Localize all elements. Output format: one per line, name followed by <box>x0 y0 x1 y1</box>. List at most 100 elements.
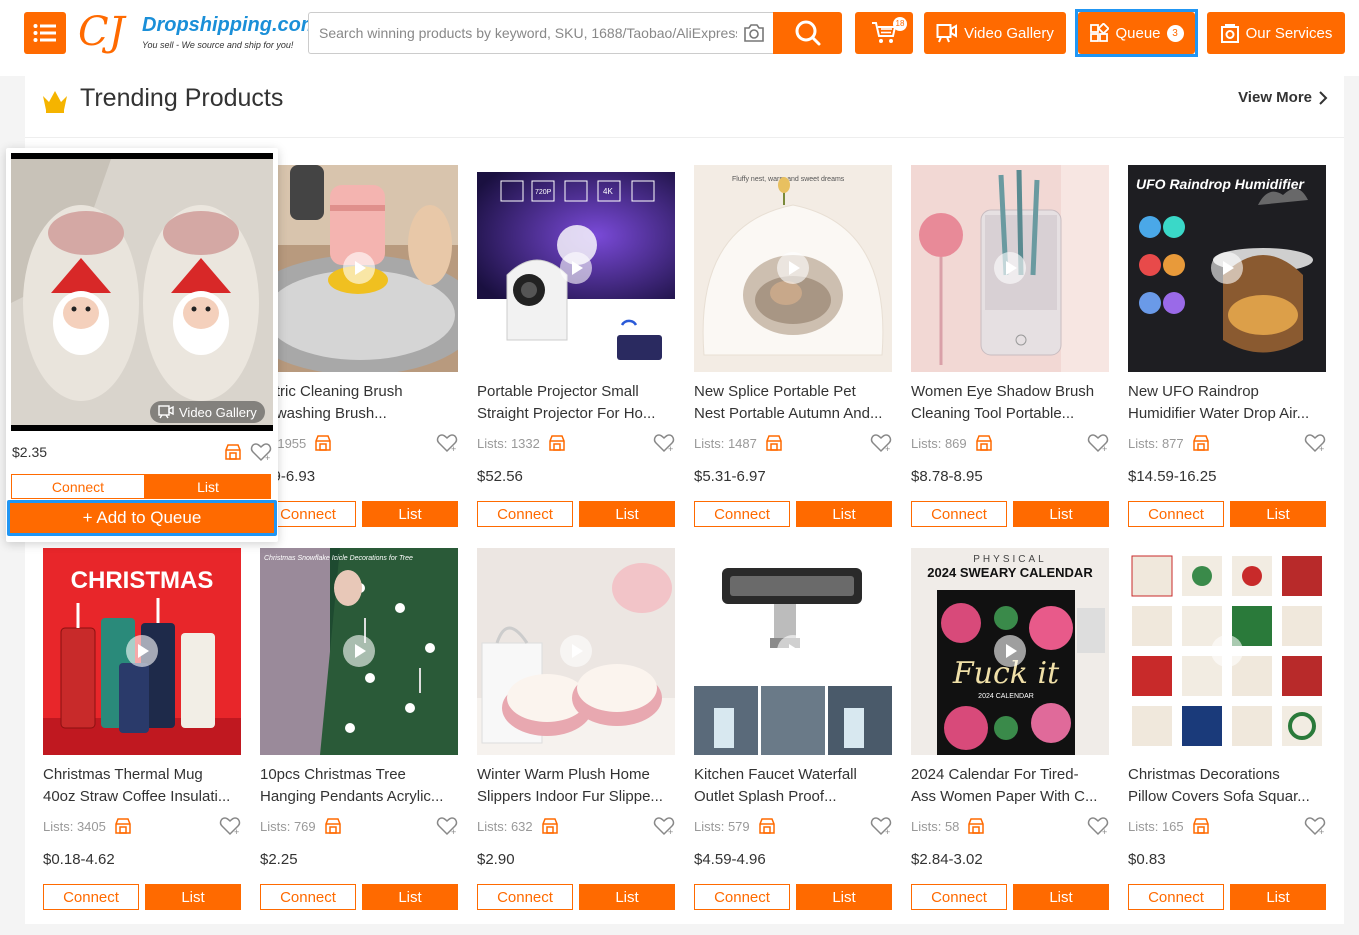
connect-button[interactable]: Connect <box>477 884 573 910</box>
heart-icon[interactable]: + <box>1087 816 1109 836</box>
product-card[interactable]: Kitchen Faucet Waterfall Outlet Splash P… <box>694 548 892 910</box>
product-card[interactable]: PHYSICAL 2024 SWEARY CALENDAR Fuck it 20… <box>911 548 1109 910</box>
store-icon[interactable] <box>114 817 132 835</box>
product-image[interactable]: Fluffy nest, warm and sweet dreams <box>694 165 892 372</box>
list-button[interactable]: List <box>1230 501 1326 527</box>
product-image[interactable]: CHRISTMAS <box>43 548 241 755</box>
product-title[interactable]: 2024 Calendar For Tired- Ass Women Paper… <box>911 764 1109 808</box>
heart-icon[interactable]: + <box>870 433 892 453</box>
connect-button[interactable]: Connect <box>694 501 790 527</box>
product-card[interactable]: Christmas Decorations Pillow Covers Sofa… <box>1128 548 1326 910</box>
product-title[interactable]: Portable Projector Small Straight Projec… <box>477 381 675 425</box>
connect-button[interactable]: Connect <box>477 501 573 527</box>
heart-icon[interactable]: + <box>653 816 675 836</box>
store-icon[interactable] <box>975 434 993 452</box>
product-image[interactable]: Christmas Snowflake Icicle Decorations f… <box>260 548 458 755</box>
product-card[interactable]: 720P 4K Portable Projector Small Straigh… <box>477 165 675 527</box>
product-title[interactable]: Christmas Thermal Mug 40oz Straw Coffee … <box>43 764 241 808</box>
heart-icon[interactable]: + <box>653 433 675 453</box>
heart-icon[interactable]: + <box>219 816 241 836</box>
list-button[interactable]: List <box>796 501 892 527</box>
list-button[interactable]: List <box>579 884 675 910</box>
heart-icon[interactable]: + <box>1304 433 1326 453</box>
play-icon[interactable] <box>342 251 376 285</box>
product-title[interactable]: Winter Warm Plush Home Slippers Indoor F… <box>477 764 675 808</box>
list-button[interactable]: List <box>362 501 458 527</box>
product-card[interactable]: Winter Warm Plush Home Slippers Indoor F… <box>477 548 675 910</box>
store-icon[interactable] <box>224 443 242 461</box>
store-icon[interactable] <box>324 817 342 835</box>
connect-button[interactable]: Connect <box>694 884 790 910</box>
view-more-link[interactable]: View More <box>1238 89 1328 106</box>
connect-button[interactable]: Connect <box>11 474 145 499</box>
heart-icon[interactable]: + <box>436 816 458 836</box>
product-title[interactable]: Kitchen Faucet Waterfall Outlet Splash P… <box>694 764 892 808</box>
heart-icon[interactable]: + <box>1087 433 1109 453</box>
product-image[interactable]: UFO Raindrop Humidifier <box>1128 165 1326 372</box>
list-button[interactable]: List <box>145 884 241 910</box>
list-button[interactable]: List <box>145 474 271 499</box>
hovered-product-card[interactable]: Video Gallery $2.35 + Connect List + Add… <box>6 148 278 542</box>
list-button[interactable]: List <box>1013 501 1109 527</box>
store-icon[interactable] <box>548 434 566 452</box>
product-image[interactable]: PHYSICAL 2024 SWEARY CALENDAR Fuck it 20… <box>911 548 1109 755</box>
site-logo[interactable]: CJ Dropshipping.com You sell - We source… <box>78 10 319 56</box>
cart-button[interactable]: 18 <box>855 12 913 54</box>
video-gallery-button[interactable]: Video Gallery <box>924 12 1066 54</box>
list-button[interactable]: List <box>1230 884 1326 910</box>
heart-icon[interactable]: + <box>250 442 272 462</box>
store-icon[interactable] <box>1192 817 1210 835</box>
list-button[interactable]: List <box>796 884 892 910</box>
play-icon[interactable] <box>1210 251 1244 285</box>
add-to-queue-button[interactable]: + Add to Queue <box>10 503 274 533</box>
product-image[interactable] <box>1128 548 1326 755</box>
play-icon[interactable] <box>993 251 1027 285</box>
product-title[interactable]: Women Eye Shadow Brush Cleaning Tool Por… <box>911 381 1109 425</box>
heart-icon[interactable]: + <box>436 433 458 453</box>
connect-button[interactable]: Connect <box>911 884 1007 910</box>
connect-button[interactable]: Connect <box>911 501 1007 527</box>
product-title[interactable]: ectric Cleaning Brush shwashing Brush... <box>260 381 458 425</box>
product-image[interactable] <box>260 165 458 372</box>
play-icon[interactable] <box>993 634 1027 668</box>
product-card[interactable]: UFO Raindrop Humidifier New UFO Raindrop… <box>1128 165 1326 527</box>
product-card[interactable]: Fluffy nest, warm and sweet dreams New S… <box>694 165 892 527</box>
product-image[interactable]: 720P 4K <box>477 165 675 372</box>
store-icon[interactable] <box>765 434 783 452</box>
product-title[interactable]: New Splice Portable Pet Nest Portable Au… <box>694 381 892 425</box>
video-gallery-tag[interactable]: Video Gallery <box>150 401 265 423</box>
connect-button[interactable]: Connect <box>43 884 139 910</box>
product-card[interactable]: Christmas Snowflake Icicle Decorations f… <box>260 548 458 910</box>
product-image[interactable]: Video Gallery <box>11 153 273 431</box>
play-icon[interactable] <box>342 634 376 668</box>
store-icon[interactable] <box>967 817 985 835</box>
product-image[interactable] <box>477 548 675 755</box>
product-image[interactable] <box>911 165 1109 372</box>
product-card[interactable]: ectric Cleaning Brush shwashing Brush...… <box>260 165 458 527</box>
play-icon[interactable] <box>559 251 593 285</box>
store-icon[interactable] <box>314 434 332 452</box>
search-input[interactable] <box>319 13 737 53</box>
play-icon[interactable] <box>776 251 810 285</box>
search-button[interactable] <box>773 12 842 54</box>
list-button[interactable]: List <box>579 501 675 527</box>
product-title[interactable]: Christmas Decorations Pillow Covers Sofa… <box>1128 764 1326 808</box>
heart-icon[interactable]: + <box>1304 816 1326 836</box>
camera-icon[interactable] <box>743 23 765 43</box>
store-icon[interactable] <box>758 817 776 835</box>
store-icon[interactable] <box>541 817 559 835</box>
connect-button[interactable]: Connect <box>1128 884 1224 910</box>
queue-button[interactable]: Queue 3 <box>1078 12 1195 54</box>
product-card[interactable]: Women Eye Shadow Brush Cleaning Tool Por… <box>911 165 1109 527</box>
play-icon[interactable] <box>776 634 810 668</box>
product-card[interactable]: CHRISTMAS Christmas Thermal Mug 40oz Str… <box>43 548 241 910</box>
play-icon[interactable] <box>125 634 159 668</box>
product-title[interactable]: 10pcs Christmas Tree Hanging Pendants Ac… <box>260 764 458 808</box>
product-title[interactable]: New UFO Raindrop Humidifier Water Drop A… <box>1128 381 1326 425</box>
menu-button[interactable] <box>24 12 66 54</box>
connect-button[interactable]: Connect <box>1128 501 1224 527</box>
store-icon[interactable] <box>1192 434 1210 452</box>
play-icon[interactable] <box>1210 634 1244 668</box>
list-button[interactable]: List <box>1013 884 1109 910</box>
list-button[interactable]: List <box>362 884 458 910</box>
